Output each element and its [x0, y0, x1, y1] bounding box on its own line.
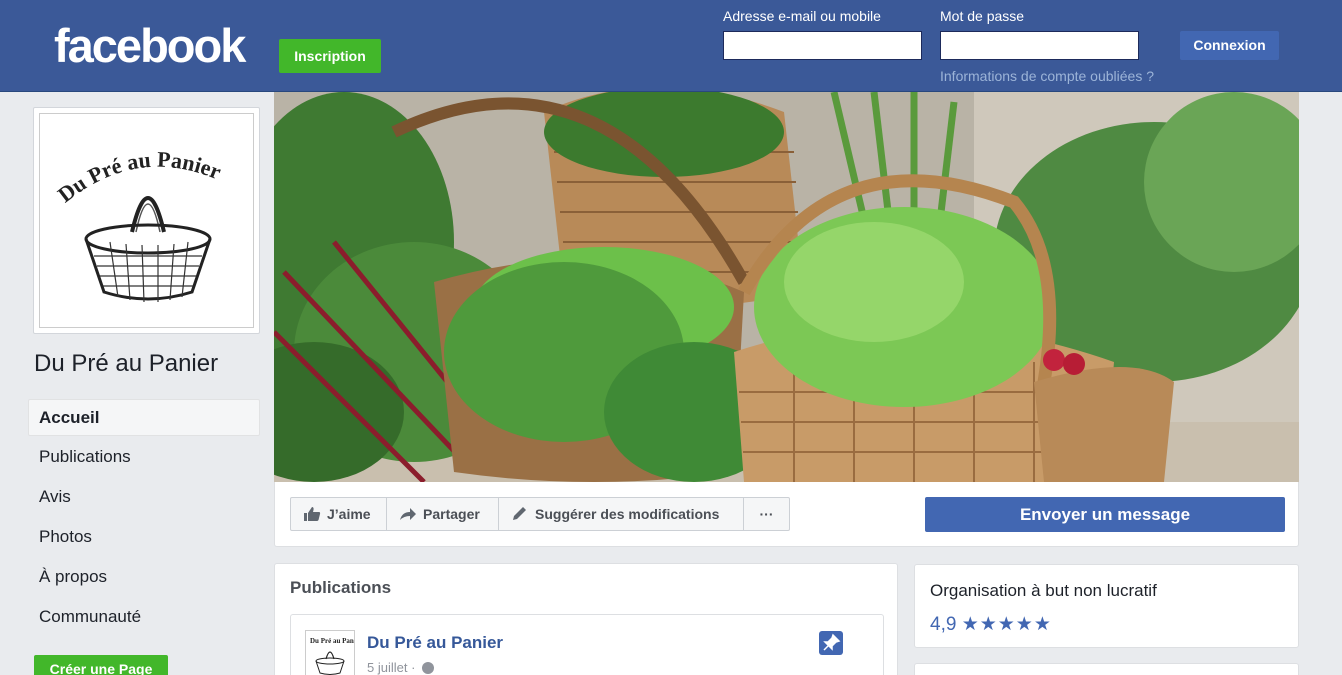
share-button[interactable]: Partager	[386, 497, 499, 531]
sidebar-item-accueil[interactable]: Accueil	[28, 399, 260, 436]
rating[interactable]: 4,9 ★★★★★	[930, 613, 1052, 636]
send-message-button[interactable]: Envoyer un message	[925, 497, 1285, 532]
post-author-link[interactable]: Du Pré au Panier	[367, 633, 503, 653]
thumbs-up-icon	[303, 501, 321, 521]
profile-logo: Du Pré au Panier	[39, 113, 254, 328]
password-label: Mot de passe	[940, 8, 1025, 24]
profile-picture[interactable]: Du Pré au Panier	[33, 107, 260, 334]
create-page-button[interactable]: Créer une Page	[34, 655, 168, 675]
basket-logo-thumbnail: Du Pré au Panier	[310, 637, 362, 675]
more-options-button[interactable]: ···	[743, 497, 790, 531]
globe-icon	[422, 662, 435, 674]
svg-text:Du Pré au Panier: Du Pré au Panier	[310, 637, 354, 645]
sidebar-item-avis[interactable]: Avis	[28, 478, 260, 515]
email-label: Adresse e-mail ou mobile	[723, 8, 881, 24]
sidebar-item-publications[interactable]: Publications	[28, 438, 260, 475]
login-button[interactable]: Connexion	[1180, 31, 1279, 60]
page-info-card: Organisation à but non lucratif 4,9 ★★★★…	[914, 564, 1299, 648]
email-input[interactable]	[723, 31, 922, 60]
forgot-account-link[interactable]: Informations de compte oubliées ?	[940, 68, 1154, 84]
star-rating-icon: ★★★★★	[961, 614, 1052, 635]
sidebar-item-communaute[interactable]: Communauté	[28, 598, 260, 635]
share-arrow-icon	[399, 501, 417, 520]
pin-icon	[819, 631, 843, 655]
signup-button[interactable]: Inscription	[279, 39, 381, 73]
rating-value: 4,9	[930, 614, 957, 635]
vegetable-baskets-image	[274, 92, 1299, 482]
like-button[interactable]: J’aime	[290, 497, 387, 531]
page-category[interactable]: Organisation à but non lucratif	[930, 581, 1157, 601]
pinned-post: Du Pré au Panier Du Pré au Panier 5 juil…	[290, 614, 884, 675]
page-name[interactable]: Du Pré au Panier	[34, 350, 218, 378]
post-date[interactable]: 5 juillet ·	[367, 660, 435, 675]
basket-logo-image: Du Pré au Panier	[53, 147, 225, 303]
share-label: Partager	[423, 506, 480, 522]
page-action-bar: J’aime Partager Suggérer des modificatio…	[274, 482, 1299, 547]
suggest-edits-button[interactable]: Suggérer des modifications	[498, 497, 744, 531]
facebook-logo[interactable]: facebook	[54, 18, 246, 74]
post-date-text: 5 juillet ·	[367, 660, 416, 675]
password-input[interactable]	[940, 31, 1139, 60]
post-avatar[interactable]: Du Pré au Panier	[305, 630, 362, 675]
cover-photo[interactable]	[274, 92, 1299, 482]
sidebar-item-photos[interactable]: Photos	[28, 518, 260, 555]
publications-title[interactable]: Publications	[290, 578, 391, 598]
top-navigation-bar: facebook Inscription Adresse e-mail ou m…	[0, 0, 1342, 92]
sidebar-item-a-propos[interactable]: À propos	[28, 558, 260, 595]
suggest-edits-label: Suggérer des modifications	[535, 506, 720, 522]
pencil-icon	[511, 501, 529, 520]
publications-card: Publications Du Pré au Panier Du Pré au …	[274, 563, 898, 675]
like-label: J’aime	[327, 506, 371, 522]
logo-text: Du Pré au Panier	[53, 147, 225, 208]
secondary-info-card	[914, 663, 1299, 675]
